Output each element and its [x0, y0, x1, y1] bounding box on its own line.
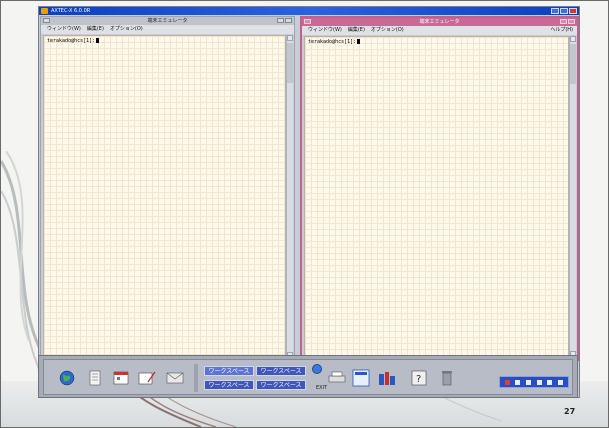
scroll-up-icon[interactable]: [287, 35, 293, 41]
axtec-title-bar[interactable]: AXTEC-X 6.0.0R: [39, 7, 579, 15]
text-cursor: [96, 38, 100, 43]
terminal-left-screen[interactable]: terakado@hcs[1]:: [43, 35, 286, 358]
axtec-title: AXTEC-X 6.0.0R: [51, 8, 91, 14]
terminal-right-title: 端末エミュレータ: [419, 19, 460, 25]
tray-icon[interactable]: [504, 379, 510, 385]
terminal-right-menubar: ウィンドウ(W) 編集(E) オプション(O) ヘルプ(H): [302, 26, 577, 35]
trash-icon[interactable]: [438, 368, 456, 388]
busy-globe-icon: [312, 364, 322, 374]
axtec-window: AXTEC-X 6.0.0R 端末エミュレータ ウィンドウ(W) 編集(E) オ…: [38, 6, 580, 398]
workspace-button-1[interactable]: ワークスペース: [204, 366, 254, 376]
panel-divider: [194, 364, 198, 392]
terminal-left-title-bar[interactable]: 端末エミュレータ: [41, 17, 294, 25]
terminal-window-left: 端末エミュレータ ウィンドウ(W) 編集(E) オプション(O) terakad…: [40, 16, 295, 361]
scroll-up-icon[interactable]: [570, 36, 576, 42]
terminal-window-right: 端末エミュレータ ウィンドウ(W) 編集(E) オプション(O) ヘルプ(H) …: [300, 16, 579, 361]
close-icon[interactable]: [569, 8, 577, 14]
terminal-left-title: 端末エミュレータ: [147, 18, 188, 24]
scroll-thumb[interactable]: [287, 43, 293, 83]
terminal-prompt: terakado@hcs[1]:: [47, 38, 96, 44]
menu-options[interactable]: オプション(O): [110, 25, 143, 34]
terminal-right-scrollbar[interactable]: [569, 36, 576, 357]
terminal-prompt: terakado@hcs[1]:: [308, 39, 357, 45]
text-cursor: [357, 39, 361, 44]
help-icon[interactable]: ?: [410, 368, 428, 388]
window-controls: [551, 8, 577, 14]
maximize-icon[interactable]: [560, 8, 568, 14]
front-panel: ワークスペース ワークスペース ワークスペース ワークスペース EXIT ?: [38, 355, 578, 398]
workspace-button-3[interactable]: ワークスペース: [204, 380, 254, 390]
tray-icon[interactable]: [515, 379, 521, 385]
terminal-prompt-line: terakado@hcs[1]:: [308, 39, 361, 45]
maximize-icon[interactable]: [568, 19, 575, 24]
axtec-logo-icon: [41, 8, 48, 14]
mail-icon[interactable]: [166, 368, 184, 388]
menu-window[interactable]: ウィンドウ(W): [47, 25, 81, 34]
globe-icon[interactable]: [58, 368, 76, 388]
tray-icon[interactable]: [547, 379, 553, 385]
tray-icon[interactable]: [526, 379, 532, 385]
workspace-button-2[interactable]: ワークスペース: [256, 366, 306, 376]
front-panel-inner: ワークスペース ワークスペース ワークスペース ワークスペース EXIT ?: [43, 359, 573, 395]
terminal-right-screen[interactable]: terakado@hcs[1]:: [304, 36, 569, 357]
scroll-thumb[interactable]: [570, 44, 576, 84]
tray-icon[interactable]: [558, 379, 564, 385]
menu-options[interactable]: オプション(O): [371, 26, 404, 35]
terminal-left-menubar: ウィンドウ(W) 編集(E) オプション(O): [41, 25, 294, 34]
printer-icon[interactable]: [328, 368, 346, 388]
terminal-prompt-line: terakado@hcs[1]:: [47, 38, 100, 44]
menu-edit[interactable]: 編集(E): [87, 25, 104, 34]
terminal-right-title-bar[interactable]: 端末エミュレータ: [302, 18, 577, 26]
terminal-left-scrollbar[interactable]: [286, 35, 293, 358]
editor-icon[interactable]: [138, 368, 156, 388]
window-menu-icon[interactable]: [43, 18, 50, 23]
window-menu-icon[interactable]: [304, 19, 311, 24]
minimize-icon[interactable]: [277, 18, 284, 23]
maximize-icon[interactable]: [285, 18, 292, 23]
minimize-icon[interactable]: [551, 8, 559, 14]
calendar-icon[interactable]: [112, 368, 130, 388]
menu-help[interactable]: ヘルプ(H): [550, 26, 573, 35]
workspace-button-4[interactable]: ワークスペース: [256, 380, 306, 390]
system-tray: [499, 376, 569, 388]
menu-edit[interactable]: 編集(E): [348, 26, 365, 35]
document-icon[interactable]: [86, 368, 104, 388]
tray-icon[interactable]: [536, 379, 542, 385]
svg-text:?: ?: [416, 374, 421, 385]
page-number: 27: [564, 407, 576, 416]
menu-window[interactable]: ウィンドウ(W): [308, 26, 342, 35]
minimize-icon[interactable]: [560, 19, 567, 24]
style-manager-icon[interactable]: [352, 368, 370, 388]
app-manager-icon[interactable]: [378, 368, 396, 388]
exit-button[interactable]: EXIT: [316, 385, 327, 391]
